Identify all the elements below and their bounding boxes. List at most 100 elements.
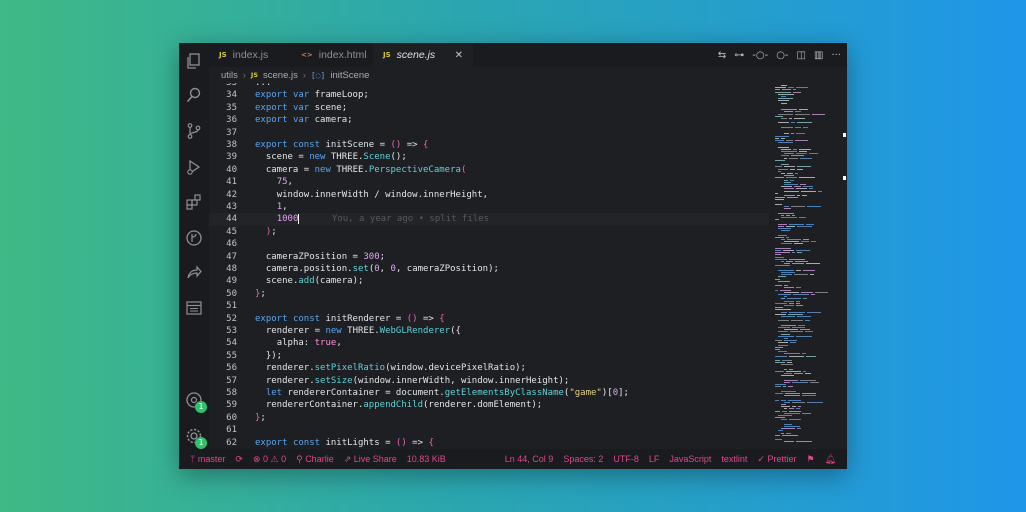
- more-actions-icon[interactable]: ···: [831, 50, 841, 61]
- source-control-icon[interactable]: [184, 121, 204, 141]
- tab-index-js[interactable]: JS index.js: [209, 43, 291, 67]
- line-number: 37: [226, 127, 237, 138]
- cursor-position-status[interactable]: Ln 44, Col 9: [500, 454, 559, 464]
- code-line[interactable]: 50};: [209, 288, 769, 300]
- eol-status[interactable]: LF: [644, 454, 665, 464]
- code-token: const: [292, 140, 326, 150]
- code-line[interactable]: 49 scene.add(camera);: [209, 275, 769, 287]
- minimap[interactable]: [775, 83, 839, 449]
- code-token: set: [352, 264, 369, 274]
- breadcrumb-file[interactable]: scene.js: [263, 70, 298, 81]
- minimap-line: [797, 122, 812, 124]
- code-line[interactable]: 39 scene = new THREE.Scene();: [209, 151, 769, 163]
- open-changes-icon[interactable]: ◫: [797, 50, 806, 61]
- problems-status[interactable]: ⊗ 0 ⚠ 0: [248, 454, 291, 465]
- code-token: );: [515, 363, 526, 374]
- code-line[interactable]: 42 window.innerWidth / window.innerHeigh…: [209, 189, 769, 201]
- code-line[interactable]: 55 });: [209, 350, 769, 362]
- compare-changes-icon[interactable]: ⇆: [718, 50, 726, 61]
- breadcrumb-folder[interactable]: utils: [221, 70, 238, 81]
- timeline-icon[interactable]: [184, 298, 204, 318]
- code-line[interactable]: 52 export const initRenderer = () => {: [209, 313, 769, 325]
- code-line[interactable]: 61: [209, 424, 769, 436]
- minimap-line: [778, 228, 791, 229]
- minimap-line: [786, 140, 793, 141]
- code-editor[interactable]: 33... 34 export var frameLoop; 35 export var…: [209, 83, 769, 449]
- files-icon[interactable]: [184, 51, 204, 71]
- minimap-line: [792, 401, 805, 403]
- code-line[interactable]: 54 alpha: true,: [209, 337, 769, 349]
- code-line[interactable]: 51: [209, 300, 769, 312]
- next-change-icon[interactable]: ○-: [776, 50, 788, 61]
- code-line[interactable]: 41 75,: [209, 176, 769, 188]
- encoding-status[interactable]: UTF-8: [608, 454, 644, 464]
- code-line[interactable]: 60};: [209, 412, 769, 424]
- tab-scene-js[interactable]: JS scene.js ✕: [373, 43, 473, 67]
- code-token: ;: [363, 90, 369, 101]
- code-token: rendererContainer: [265, 400, 358, 411]
- feedback-icon[interactable]: ⚑: [801, 454, 819, 465]
- minimap-line: [811, 294, 815, 295]
- code-token: renderer: [265, 375, 310, 386]
- code-text: renderer.setSize(window.innerWidth, wind…: [255, 375, 570, 387]
- account-icon[interactable]: 1: [184, 390, 207, 413]
- live-share-icon[interactable]: [184, 263, 204, 283]
- code-line[interactable]: 58 let rendererContainer = document.getE…: [209, 387, 769, 399]
- git-commit-icon[interactable]: ⊶: [734, 50, 744, 61]
- run-debug-icon[interactable]: [184, 157, 204, 177]
- branch-status[interactable]: ᛘ master: [185, 454, 230, 464]
- code-line[interactable]: 46: [209, 238, 769, 250]
- code-token: )[: [601, 388, 613, 398]
- line-number: 36: [226, 115, 237, 126]
- minimap-line: [778, 234, 787, 236]
- code-line[interactable]: 47 cameraZPosition = 300;: [209, 251, 769, 263]
- minimap-line: [791, 133, 794, 135]
- code-token: window: [460, 375, 494, 386]
- code-line[interactable]: 37: [209, 127, 769, 139]
- minimap-line: [775, 89, 780, 91]
- minimap-line: [781, 404, 786, 405]
- code-token: ,: [336, 338, 342, 349]
- code-line[interactable]: 35 export var scene;: [209, 102, 769, 114]
- code-line[interactable]: 53 renderer = new THREE.WebGLRenderer({: [209, 325, 769, 337]
- author-status[interactable]: ⚲ Charlie: [291, 454, 339, 465]
- code-line[interactable]: 45 );: [209, 226, 769, 238]
- code-token: =: [385, 388, 396, 398]
- settings-icon[interactable]: 1: [184, 426, 207, 449]
- tab-index-html[interactable]: <> index.html: [291, 43, 373, 67]
- git-graph-icon[interactable]: [184, 228, 204, 248]
- indentation-status[interactable]: Spaces: 2: [558, 454, 608, 464]
- minimap-line: [792, 406, 796, 408]
- notifications-icon[interactable]: 🔔︎: [820, 454, 841, 465]
- close-icon[interactable]: ✕: [455, 50, 463, 61]
- code-token: innerWidth: [395, 375, 451, 386]
- line-number: 60: [226, 412, 237, 423]
- code-token: cameraZPosition: [406, 264, 489, 274]
- language-status[interactable]: JavaScript: [664, 454, 716, 464]
- live-share-status[interactable]: ⇗ Live Share: [339, 454, 402, 465]
- code-line[interactable]: 59 rendererContainer.appendChild(rendere…: [209, 399, 769, 411]
- search-icon[interactable]: [184, 85, 204, 105]
- code-line[interactable]: 44 1000 You, a year ago • split files: [209, 213, 769, 226]
- sync-icon[interactable]: ⟳: [230, 454, 248, 465]
- code-line[interactable]: 57 renderer.setSize(window.innerWidth, w…: [209, 375, 769, 387]
- minimap-line: [802, 393, 816, 394]
- code-text: alpha: true,: [255, 337, 342, 349]
- code-line[interactable]: 56 renderer.setPixelRatio(window.deviceP…: [209, 362, 769, 374]
- minimap-line: [775, 197, 785, 199]
- breadcrumb-symbol[interactable]: initScene: [330, 70, 369, 81]
- code-line[interactable]: 34 export var frameLoop;: [209, 89, 769, 101]
- textlint-status[interactable]: textlint: [716, 454, 752, 464]
- extensions-icon[interactable]: [184, 192, 204, 212]
- code-line[interactable]: 48 camera.position.set(0, 0, cameraZPosi…: [209, 263, 769, 275]
- previous-change-icon[interactable]: -○-: [752, 50, 768, 61]
- code-line[interactable]: 38 export const initScene = () => {: [209, 139, 769, 151]
- split-editor-icon[interactable]: ▥: [814, 50, 823, 61]
- code-line[interactable]: 62 export const initLights = () => {: [209, 437, 769, 449]
- code-line[interactable]: 43 1,: [209, 201, 769, 213]
- code-line[interactable]: 36 export var camera;: [209, 114, 769, 126]
- prettier-status[interactable]: ✓ Prettier: [752, 454, 801, 465]
- code-line[interactable]: 40 camera = new THREE.PerspectiveCamera(: [209, 164, 769, 176]
